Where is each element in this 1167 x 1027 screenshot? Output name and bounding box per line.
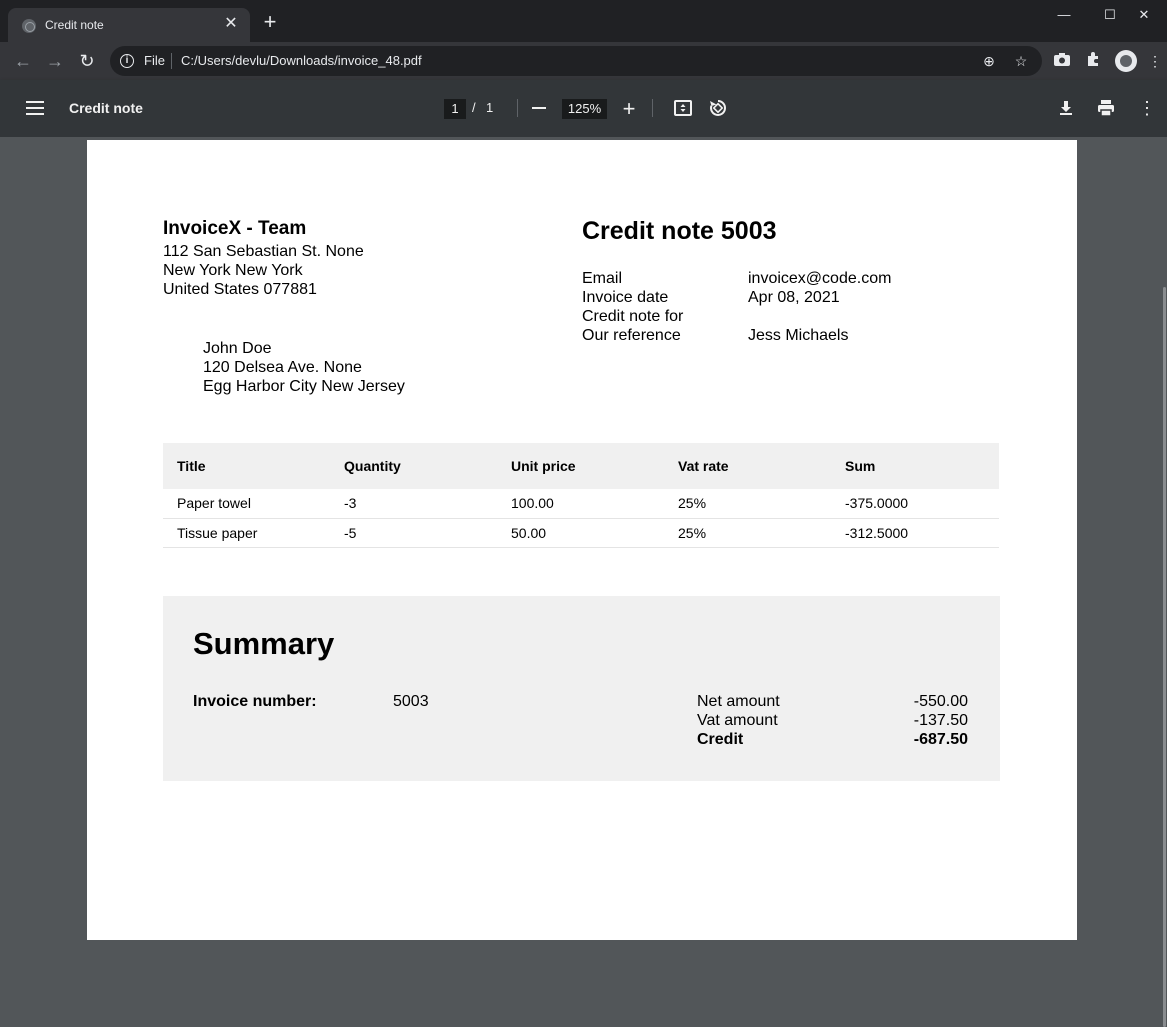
browser-menu-icon[interactable]: ⋮ (1148, 51, 1162, 71)
zoom-out-button[interactable] (532, 107, 546, 109)
meta-label: Credit note for (582, 308, 684, 325)
pdf-title: Credit note (69, 100, 143, 116)
line-items-table: Title Quantity Unit price Vat rate Sum P… (163, 443, 999, 548)
column-header: Title (163, 443, 330, 489)
column-header: Vat rate (664, 443, 831, 489)
bookmark-star-icon[interactable]: ☆ (1012, 52, 1030, 70)
vat-amount-label: Vat amount (697, 712, 778, 729)
document-title: Credit note 5003 (582, 217, 777, 245)
table-header-row: Title Quantity Unit price Vat rate Sum (163, 443, 999, 489)
table-cell: 50.00 (497, 518, 664, 548)
table-row: Tissue paper -5 50.00 25% -312.5000 (163, 518, 999, 548)
table-cell: 25% (664, 518, 831, 548)
page-number-input[interactable]: 1 (444, 99, 466, 119)
table-cell: -3 (330, 489, 497, 519)
credit-label: Credit (697, 731, 744, 748)
back-button[interactable]: ← (12, 50, 34, 72)
vat-amount-value: -137.50 (913, 712, 968, 729)
recipient-line: Egg Harbor City New Jersey (203, 378, 405, 395)
column-header: Unit price (497, 443, 664, 489)
globe-icon (22, 19, 36, 33)
invoice-number-label: Invoice number: (193, 693, 317, 710)
pdf-viewer[interactable]: InvoiceX - Team 112 San Sebastian St. No… (0, 137, 1167, 1027)
meta-label: Our reference (582, 327, 681, 344)
recipient-line: 120 Delsea Ave. None (203, 359, 362, 376)
forward-button[interactable]: → (44, 50, 66, 72)
summary-box: Summary Invoice number: 5003 Net amount … (163, 596, 1000, 781)
zoom-in-button[interactable]: + (621, 98, 637, 120)
zoom-icon[interactable]: ⊕ (980, 52, 998, 70)
sender-address-line: 112 San Sebastian St. None (163, 243, 364, 260)
fit-page-icon[interactable] (673, 98, 693, 118)
minimize-button[interactable]: — (1041, 0, 1087, 30)
column-header: Sum (831, 443, 999, 489)
page-separator: / (472, 100, 476, 115)
omnibox-divider (171, 53, 172, 69)
browser-tab[interactable]: Credit note ✕ (8, 8, 250, 42)
sender-name: InvoiceX - Team (163, 218, 307, 239)
sender-address-line: New York New York (163, 262, 303, 279)
meta-value: Apr 08, 2021 (748, 289, 840, 306)
scrollbar[interactable] (1163, 287, 1166, 1027)
table-row: Paper towel -3 100.00 25% -375.0000 (163, 489, 999, 519)
tab-title: Credit note (45, 18, 104, 32)
table-cell: -312.5000 (831, 518, 999, 548)
extensions-icon[interactable] (1084, 51, 1104, 71)
close-tab-icon[interactable]: ✕ (222, 15, 240, 33)
table-cell: 25% (664, 489, 831, 519)
address-bar[interactable]: i File C:/Users/devlu/Downloads/invoice_… (110, 46, 1042, 76)
table-cell: -5 (330, 518, 497, 548)
table-cell: Paper towel (163, 489, 330, 519)
download-icon[interactable] (1056, 98, 1076, 118)
url-scheme: File (144, 53, 165, 68)
browser-title-bar: Credit note ✕ + — ☐ ✕ (0, 0, 1167, 42)
credit-value: -687.50 (913, 731, 968, 748)
page-total: 1 (486, 100, 494, 115)
zoom-level-input[interactable]: 125% (562, 99, 607, 119)
meta-value: Jess Michaels (748, 327, 849, 344)
pdf-page: InvoiceX - Team 112 San Sebastian St. No… (87, 140, 1077, 940)
new-tab-button[interactable]: + (261, 11, 279, 33)
print-icon[interactable] (1096, 98, 1116, 118)
more-options-icon[interactable]: ⋮ (1138, 98, 1156, 118)
toolbar-divider (517, 99, 518, 117)
table-cell: Tissue paper (163, 518, 330, 548)
url-text[interactable]: C:/Users/devlu/Downloads/invoice_48.pdf (181, 53, 422, 68)
profile-avatar[interactable] (1115, 50, 1137, 72)
invoice-number-value: 5003 (393, 693, 429, 710)
toolbar-divider (652, 99, 653, 117)
meta-value: invoicex@code.com (748, 270, 892, 287)
table-cell: -375.0000 (831, 489, 999, 519)
net-amount-value: -550.00 (913, 693, 968, 710)
info-icon[interactable]: i (120, 54, 134, 68)
close-window-button[interactable]: ✕ (1121, 0, 1167, 30)
recipient-line: John Doe (203, 340, 272, 357)
net-amount-label: Net amount (697, 693, 780, 710)
column-header: Quantity (330, 443, 497, 489)
sender-address-line: United States 077881 (163, 281, 317, 298)
hamburger-menu-icon[interactable] (26, 101, 44, 115)
reload-button[interactable]: ↻ (76, 50, 98, 72)
pdf-toolbar: Credit note 1 / 1 125% + ⋮ (0, 80, 1167, 137)
meta-label: Invoice date (582, 289, 669, 306)
rotate-icon[interactable] (708, 98, 728, 118)
meta-label: Email (582, 270, 623, 287)
table-cell: 100.00 (497, 489, 664, 519)
browser-toolbar: ← → ↻ i File C:/Users/devlu/Downloads/in… (0, 42, 1167, 80)
camera-icon[interactable] (1052, 51, 1072, 71)
summary-title: Summary (193, 626, 335, 661)
